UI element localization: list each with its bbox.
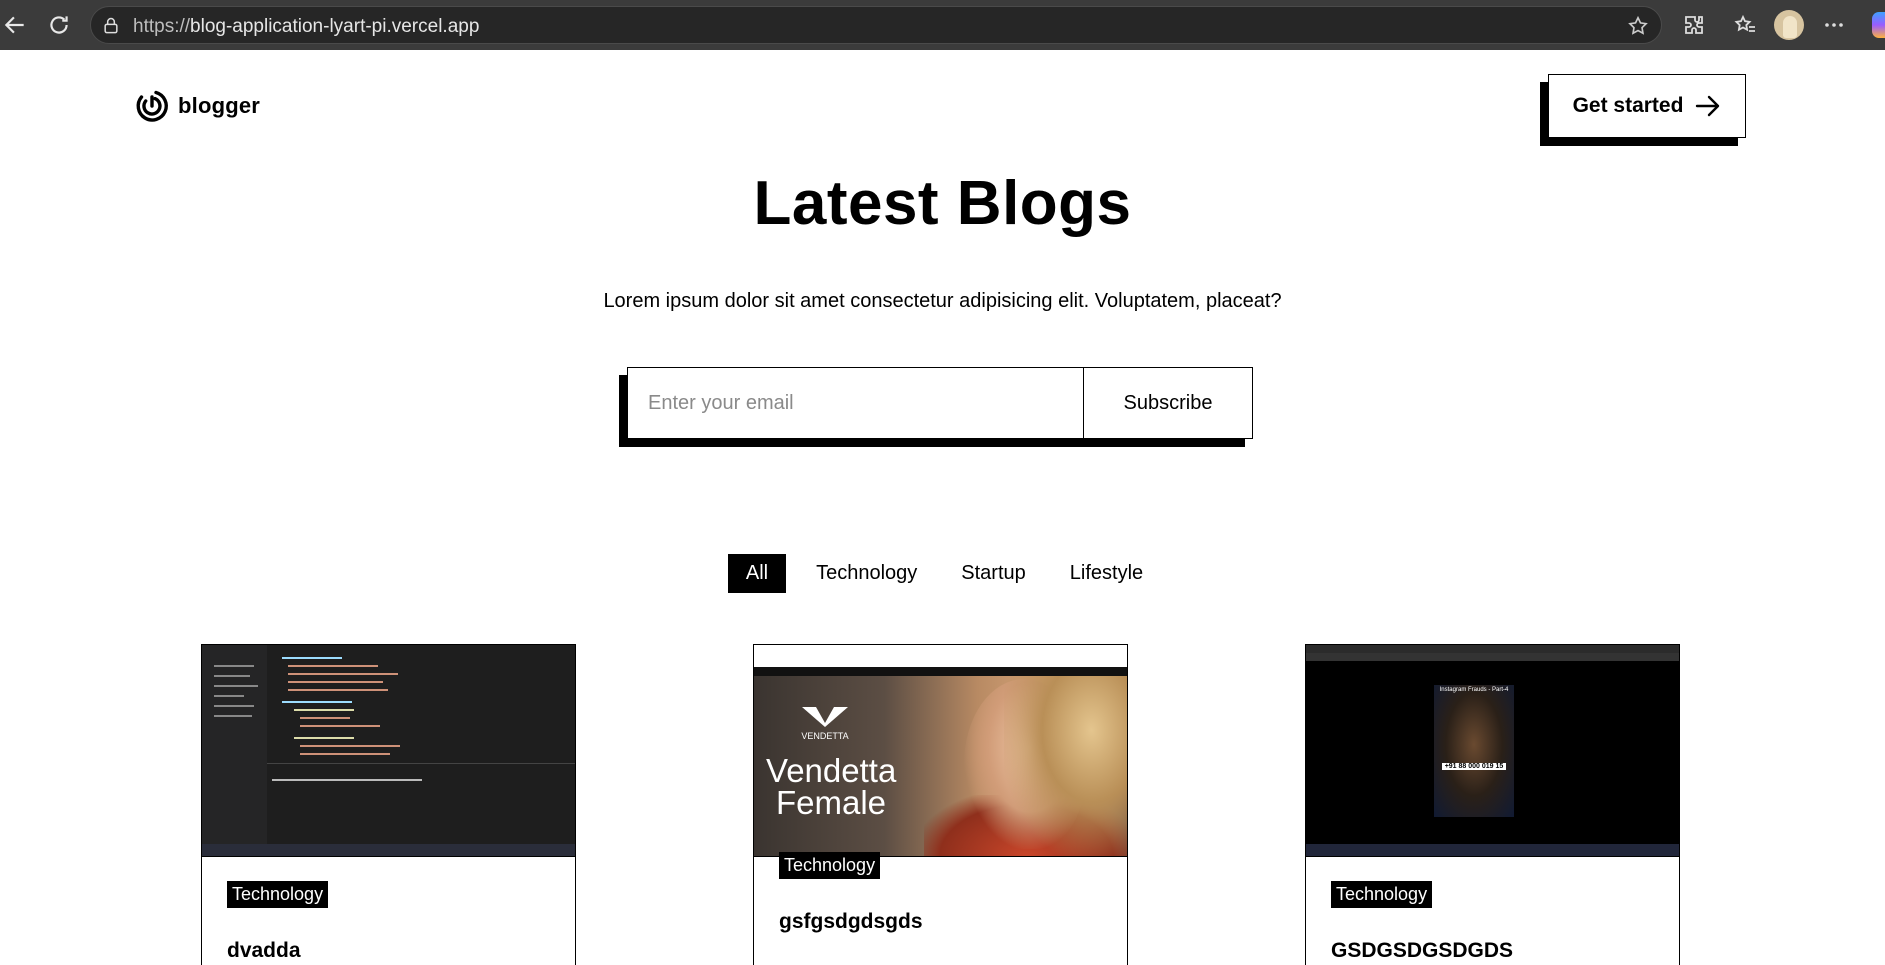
- url-host: blog-application-lyart-pi.vercel.app: [190, 16, 480, 37]
- favorites-icon[interactable]: [1733, 13, 1757, 37]
- blog-card-title[interactable]: gsfgsdgdsgds: [779, 910, 923, 934]
- reel-title: Instagram Frauds - Part-4: [1439, 687, 1509, 693]
- blog-card[interactable]: VENDETTA Vendetta Female Technology gsfg…: [753, 644, 1128, 965]
- page-title: Latest Blogs: [753, 169, 1132, 238]
- favorite-star-icon[interactable]: [1627, 15, 1649, 37]
- get-started-button[interactable]: Get started: [1548, 74, 1746, 138]
- blog-card-title[interactable]: dvadda: [227, 939, 301, 963]
- blog-card[interactable]: Instagram Frauds - Part-4 +91 88 000 019…: [1305, 644, 1680, 965]
- filter-startup[interactable]: Startup: [947, 554, 1039, 593]
- address-bar[interactable]: https://blog-application-lyart-pi.vercel…: [90, 6, 1662, 44]
- blog-card-image[interactable]: [202, 645, 575, 857]
- reel-caption: +91 88 000 019 15: [1442, 763, 1506, 770]
- vendetta-logo-icon: [802, 707, 848, 727]
- banner-heading: Vendetta Female: [766, 752, 897, 821]
- blog-card[interactable]: Technology dvadda: [201, 644, 576, 965]
- category-badge: Technology: [779, 852, 881, 879]
- url-text: https://blog-application-lyart-pi.vercel…: [133, 16, 479, 38]
- profile-avatar[interactable]: [1774, 10, 1804, 40]
- brand-name: blogger: [178, 93, 261, 118]
- category-badge: Technology: [1331, 881, 1433, 908]
- arrow-right-icon: [1696, 95, 1720, 117]
- logo-mark-icon: [136, 90, 168, 122]
- url-scheme: https://: [133, 16, 191, 37]
- extensions-icon[interactable]: [1682, 13, 1706, 37]
- subscribe-button[interactable]: Subscribe: [1084, 368, 1252, 438]
- site-logo[interactable]: blogger: [134, 88, 260, 124]
- lock-icon[interactable]: [101, 16, 121, 36]
- filter-technology[interactable]: Technology: [802, 554, 931, 593]
- more-options-icon[interactable]: [1822, 13, 1846, 37]
- copilot-icon[interactable]: [1872, 12, 1885, 38]
- browser-toolbar: https://blog-application-lyart-pi.vercel…: [0, 0, 1885, 50]
- category-badge: Technology: [227, 881, 329, 908]
- blog-card-image[interactable]: Instagram Frauds - Part-4 +91 88 000 019…: [1306, 645, 1679, 857]
- back-arrow-icon[interactable]: [2, 12, 28, 38]
- blog-card-image[interactable]: VENDETTA Vendetta Female: [754, 645, 1127, 857]
- page-subtitle: Lorem ipsum dolor sit amet consectetur a…: [603, 290, 1282, 312]
- email-input[interactable]: [628, 368, 1084, 438]
- subscribe-form: Subscribe: [627, 367, 1253, 439]
- vendetta-logo-text: VENDETTA: [801, 731, 849, 741]
- category-filter-bar: All Technology Startup Lifestyle: [0, 554, 1885, 593]
- refresh-icon[interactable]: [46, 12, 72, 38]
- filter-all[interactable]: All: [727, 554, 787, 593]
- filter-lifestyle[interactable]: Lifestyle: [1056, 554, 1157, 593]
- blog-card-title[interactable]: GSDGSDGSDGDS: [1331, 939, 1513, 963]
- get-started-label: Get started: [1572, 94, 1684, 117]
